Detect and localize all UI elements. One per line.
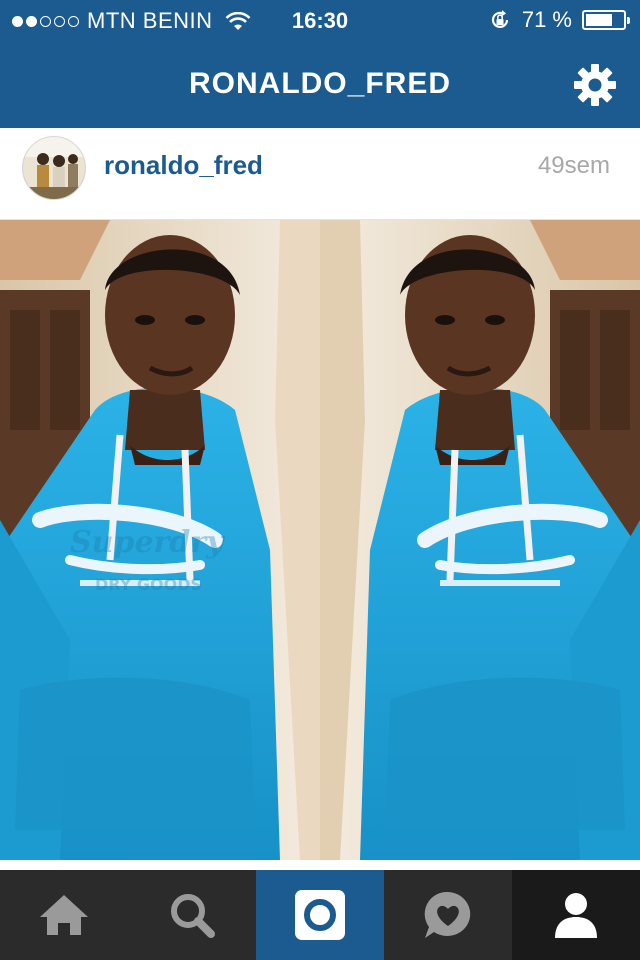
home-icon: [40, 895, 88, 935]
nav-bar: RONALDO_FRED: [0, 40, 640, 128]
post-photo-image: Superdry DRY GOODS: [0, 220, 640, 860]
post-photo[interactable]: Superdry DRY GOODS: [0, 220, 640, 860]
settings-button[interactable]: [572, 62, 618, 108]
page-title: RONALDO_FRED: [188, 67, 451, 100]
tab-home[interactable]: [0, 870, 128, 960]
avatar[interactable]: [22, 136, 86, 200]
post-header: ronaldo_fred 49sem: [0, 128, 640, 220]
heart-bubble-icon: [424, 891, 471, 938]
status-right: 71 %: [488, 7, 630, 33]
tab-camera[interactable]: [256, 870, 384, 960]
profile-icon: [555, 893, 597, 938]
tab-explore[interactable]: [128, 870, 256, 960]
post-username[interactable]: ronaldo_fred: [104, 150, 263, 181]
camera-icon: [295, 890, 345, 940]
tab-news[interactable]: [384, 870, 512, 960]
status-bar: MTN BENIN 16:30 71 %: [0, 0, 640, 40]
avatar-image: [23, 137, 85, 199]
rotation-lock-icon: [491, 10, 508, 29]
battery-level: [586, 14, 612, 26]
tab-bar: [0, 870, 640, 960]
photo-print-sub: DRY GOODS: [95, 575, 202, 594]
photo-print-brand: Superdry: [70, 525, 226, 560]
instagram-screen: MTN BENIN 16:30 71 % RONALDO_FRED ronald…: [0, 0, 640, 960]
search-icon: [171, 894, 215, 938]
battery-percentage: 71 %: [521, 7, 572, 32]
post-timestamp: 49sem: [537, 152, 610, 179]
battery-icon: [582, 10, 630, 30]
tab-profile[interactable]: [512, 870, 640, 960]
gear-icon: [574, 64, 616, 106]
